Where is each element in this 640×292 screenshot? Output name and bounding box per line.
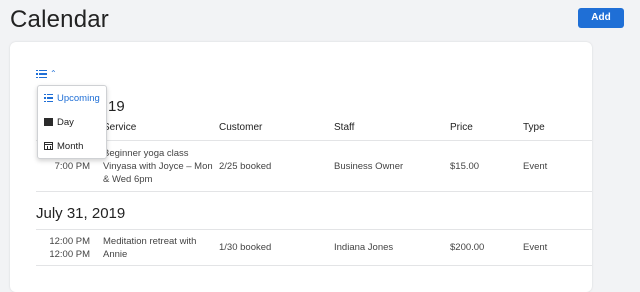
menu-item-day[interactable]: Day	[38, 111, 106, 133]
service-name: Annie	[103, 249, 128, 260]
menu-item-label: Month	[57, 140, 84, 152]
date-header: July 31, 2019	[36, 205, 126, 222]
divider	[36, 191, 592, 192]
column-header-customer: Customer	[219, 122, 263, 133]
menu-item-label: Day	[57, 116, 74, 128]
calendar-card	[10, 42, 592, 292]
divider	[36, 229, 592, 230]
day-icon	[44, 118, 53, 126]
staff-name: Indiana Jones	[334, 242, 394, 253]
event-end-time: 12:00 PM	[49, 249, 90, 260]
view-dropdown-menu: Upcoming Day Month	[37, 85, 107, 159]
service-name: Vinyasa with Joyce – Mon	[103, 161, 213, 172]
view-toggle-button[interactable]: ⌃	[36, 68, 57, 80]
column-header-type: Type	[523, 122, 545, 133]
price: $200.00	[450, 242, 485, 253]
divider	[36, 265, 592, 266]
divider	[36, 140, 592, 141]
column-header-staff: Staff	[334, 122, 355, 133]
menu-item-upcoming[interactable]: Upcoming	[38, 87, 106, 109]
event-type: Event	[523, 161, 548, 172]
month-icon	[44, 142, 53, 150]
customer-count: 2/25 booked	[219, 161, 272, 172]
event-end-time: 7:00 PM	[54, 161, 90, 172]
customer-count: 1/30 booked	[219, 242, 272, 253]
staff-name: Business Owner	[334, 161, 404, 172]
page-title: Calendar	[10, 6, 109, 33]
event-start-time: 12:00 PM	[49, 236, 90, 247]
service-name: Meditation retreat with	[103, 236, 197, 247]
menu-item-label: Upcoming	[57, 92, 100, 104]
column-header-price: Price	[450, 122, 473, 133]
chevron-up-icon: ⌃	[50, 69, 57, 78]
list-icon	[44, 93, 53, 103]
date-header: 19	[108, 98, 125, 115]
list-icon	[36, 69, 47, 79]
service-name: Beginner yoga class	[103, 148, 189, 159]
price: $15.00	[450, 161, 480, 172]
column-header-service: Service	[103, 122, 137, 133]
service-name: & Wed 6pm	[103, 174, 153, 185]
add-button[interactable]: Add	[578, 8, 624, 28]
event-type: Event	[523, 242, 548, 253]
menu-item-month[interactable]: Month	[38, 135, 106, 157]
